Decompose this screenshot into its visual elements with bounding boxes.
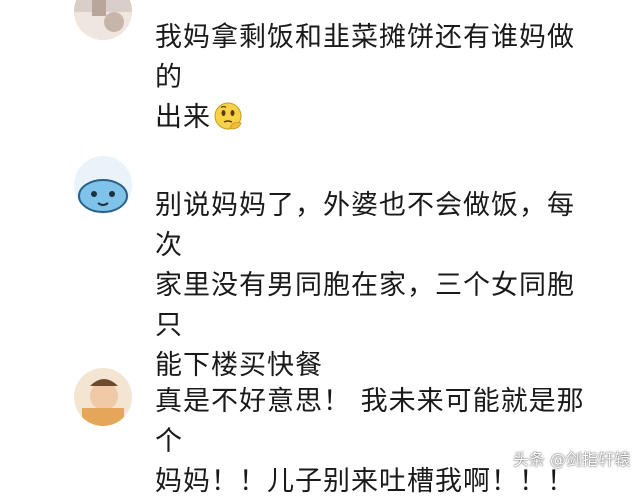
comment-text: 别说妈妈了，外婆也不会做饭，每次 家里没有男同胞在家，三个女同胞只 能下楼买快餐 (155, 190, 575, 381)
watermark-text: 头条 @剑指轩辕 (512, 450, 630, 469)
comment-item-1: 我妈拿剩饭和韭菜摊饼还有谁妈做的 出来 (0, 0, 640, 133)
user-avatar[interactable] (74, 0, 132, 40)
comment-text: 真是不好意思！ 我未来可能就是那个 妈妈！！儿子别来吐槽我啊！！！ (155, 386, 585, 497)
comment-item-2: 别说妈妈了，外婆也不会做饭，每次 家里没有男同胞在家，三个女同胞只 能下楼买快餐 (0, 156, 640, 381)
comment-text: 我妈拿剩饭和韭菜摊饼还有谁妈做的 出来 (155, 22, 575, 133)
user-avatar[interactable] (74, 156, 132, 214)
user-avatar[interactable] (74, 368, 132, 426)
watermark: 头条 @剑指轩辕 (513, 446, 630, 470)
thinking-face-icon (213, 101, 243, 131)
